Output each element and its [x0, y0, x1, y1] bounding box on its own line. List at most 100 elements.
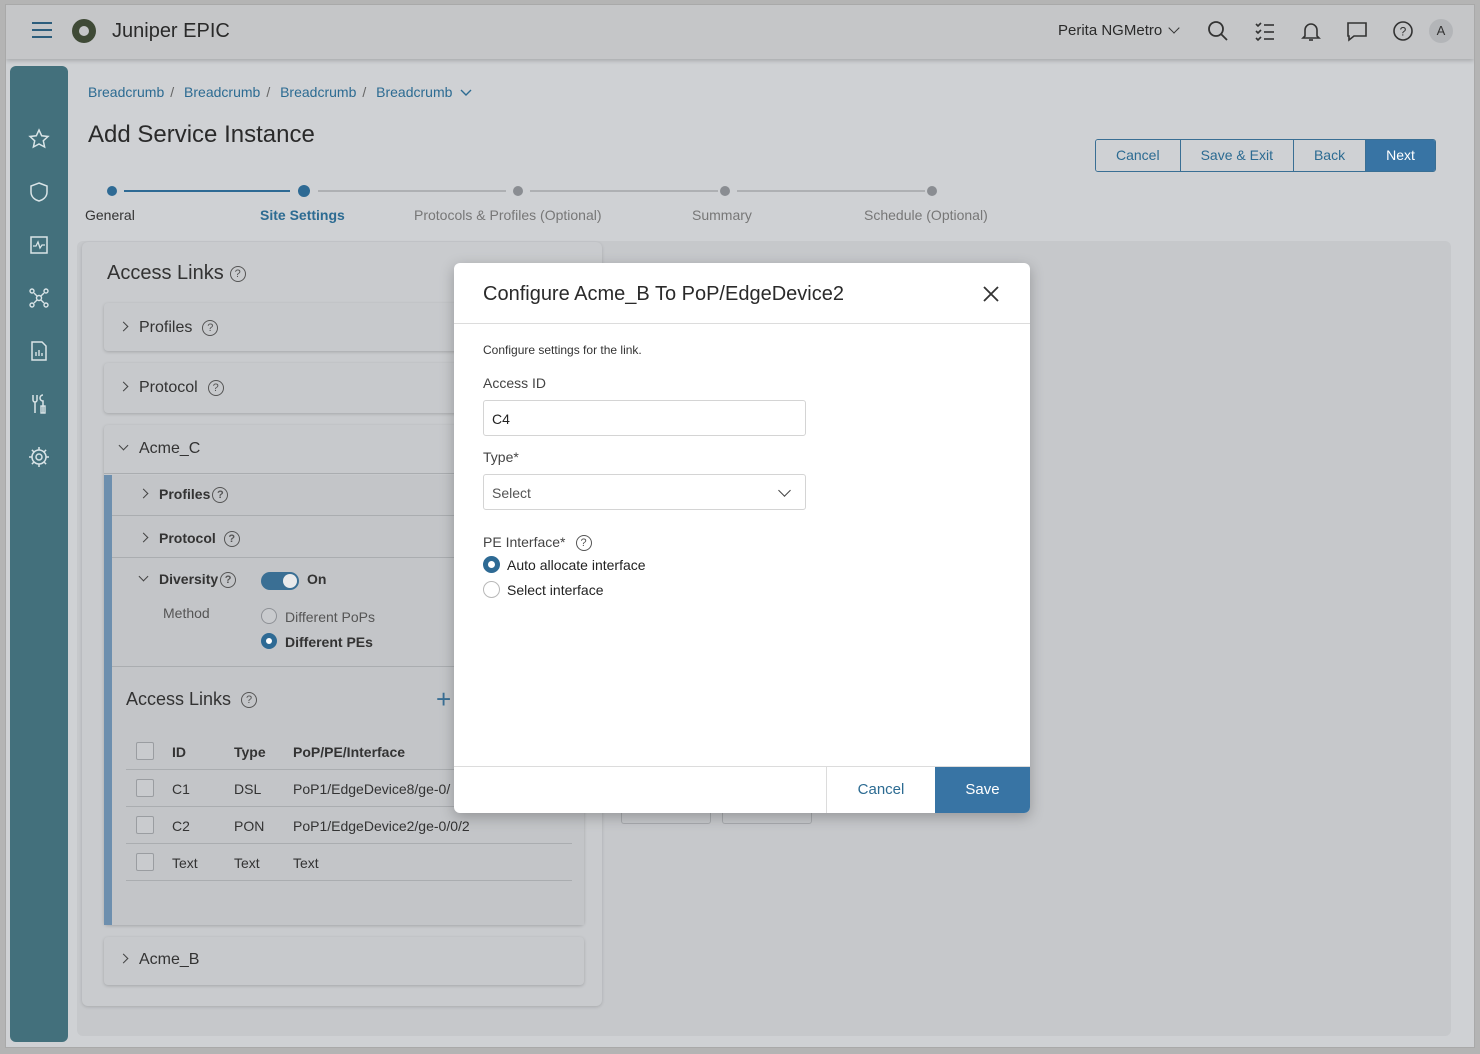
breadcrumb: Breadcrumb / Breadcrumb / Breadcrumb / Brea… [88, 84, 472, 100]
close-icon[interactable] [981, 284, 1001, 304]
protocol-header[interactable]: Protocol? [118, 379, 224, 397]
step-protocols-profiles[interactable]: Protocols & Profiles (Optional) [414, 207, 602, 223]
help-icon[interactable]: ? [1391, 19, 1415, 43]
tools-icon[interactable] [27, 392, 51, 416]
chevron-right-icon [138, 488, 149, 499]
cancel-button[interactable]: Cancel [1096, 140, 1181, 171]
top-bar: Juniper EPIC Perita NGMetro ? A [6, 5, 1474, 59]
cell-type: DSL [234, 781, 262, 797]
method-different-pes-label: Different PEs [285, 634, 373, 650]
help-icon[interactable]: ? [223, 531, 240, 548]
checklist-icon[interactable] [1253, 19, 1277, 43]
step-line [318, 190, 506, 192]
star-icon[interactable] [27, 127, 51, 151]
save-exit-button[interactable]: Save & Exit [1180, 140, 1294, 171]
stepper: General Site Settings Protocols & Profil… [85, 181, 1025, 231]
gear-icon[interactable] [27, 445, 51, 469]
help-icon[interactable]: ? [220, 572, 237, 589]
acme-c-header[interactable]: Acme_C [118, 440, 200, 458]
diversity-label: Diversity [159, 571, 219, 587]
method-different-pops-label: Different PoPs [285, 609, 376, 625]
method-different-pops-radio[interactable] [261, 608, 277, 624]
profiles-header[interactable]: Profiles? [118, 319, 219, 337]
action-buttons: Cancel Save & Exit Back Next [1095, 139, 1436, 172]
row-checkbox[interactable] [136, 816, 154, 834]
chevron-down-icon [118, 440, 129, 451]
cell-id: C1 [172, 781, 190, 797]
help-icon[interactable]: ? [575, 535, 592, 552]
access-id-label: Access ID [483, 375, 547, 391]
column-header-id: ID [172, 744, 186, 760]
row-checkbox[interactable] [136, 853, 154, 871]
acme-b-header[interactable]: Acme_B [118, 951, 200, 969]
monitor-icon[interactable] [27, 233, 51, 257]
report-icon[interactable] [27, 339, 51, 363]
help-icon[interactable]: ? [229, 265, 246, 282]
step-dot [927, 186, 937, 196]
help-icon[interactable]: ? [207, 379, 224, 396]
bell-icon[interactable] [1299, 19, 1323, 43]
modal-footer: Cancel Save [454, 766, 1030, 813]
help-icon[interactable]: ? [241, 692, 258, 709]
method-label: Method [163, 605, 210, 621]
chat-icon[interactable] [1345, 19, 1369, 43]
step-site-settings[interactable]: Site Settings [260, 207, 345, 223]
acme-b-label: Acme_B [139, 951, 200, 968]
divider [126, 880, 572, 881]
diversity-state: On [307, 571, 327, 587]
acme-c-protocol[interactable]: Protocol? [138, 530, 240, 548]
auto-allocate-radio[interactable] [483, 556, 500, 573]
chevron-down-icon[interactable] [460, 89, 472, 97]
access-id-input[interactable]: C4 [483, 400, 806, 436]
menu-icon[interactable] [32, 22, 52, 38]
step-line [737, 190, 925, 192]
profiles-label: Profiles [139, 319, 193, 336]
topology-icon[interactable] [27, 286, 51, 310]
modal-header: Configure Acme_B To PoP/EdgeDevice2 [454, 263, 1030, 324]
help-icon[interactable]: ? [202, 319, 219, 336]
breadcrumb-item[interactable]: Breadcrumb [280, 84, 356, 100]
org-name: Perita NGMetro [1058, 22, 1163, 39]
cell-id: Text [172, 855, 198, 871]
acme-c-profiles-label: Profiles [159, 486, 211, 502]
type-select[interactable]: Select [483, 474, 806, 510]
diversity-toggle[interactable] [261, 572, 299, 590]
modal-description: Configure settings for the link. [483, 343, 642, 357]
step-dot [720, 186, 730, 196]
search-icon[interactable] [1206, 19, 1230, 43]
select-all-checkbox[interactable] [136, 742, 154, 760]
cell-interface: PoP1/EdgeDevice2/ge-0/0/2 [293, 818, 470, 834]
avatar[interactable]: A [1429, 19, 1453, 43]
method-different-pes-radio[interactable] [261, 633, 277, 649]
access-links-heading: Access Links? [107, 262, 246, 285]
help-icon[interactable]: ? [212, 487, 229, 504]
acme-c-protocol-label: Protocol [159, 530, 216, 546]
step-schedule[interactable]: Schedule (Optional) [864, 207, 988, 223]
plus-icon[interactable]: + [436, 686, 451, 712]
acme-c-diversity[interactable]: Diversity? [138, 571, 237, 589]
section-indicator [104, 475, 112, 925]
chevron-down-icon [138, 571, 149, 582]
modal-save-button[interactable]: Save [935, 767, 1030, 813]
cell-id: C2 [172, 818, 190, 834]
modal-cancel-button[interactable]: Cancel [826, 767, 935, 813]
type-select-value: Select [492, 485, 531, 501]
chevron-right-icon [118, 321, 129, 332]
divider [126, 843, 572, 844]
row-checkbox[interactable] [136, 779, 154, 797]
back-button[interactable]: Back [1293, 140, 1367, 171]
breadcrumb-item[interactable]: Breadcrumb [376, 84, 452, 100]
org-selector[interactable]: Perita NGMetro [1058, 22, 1180, 39]
chevron-right-icon [138, 532, 149, 543]
breadcrumb-item[interactable]: Breadcrumb [184, 84, 260, 100]
acme-c-profiles[interactable]: Profiles? [138, 486, 229, 504]
select-interface-radio[interactable] [483, 581, 500, 598]
step-general[interactable]: General [85, 207, 135, 223]
auto-allocate-label: Auto allocate interface [507, 557, 646, 573]
shield-icon[interactable] [27, 180, 51, 204]
step-summary[interactable]: Summary [692, 207, 752, 223]
next-button[interactable]: Next [1366, 140, 1435, 171]
sidebar [10, 66, 68, 1042]
breadcrumb-item[interactable]: Breadcrumb [88, 84, 164, 100]
step-dot [513, 186, 523, 196]
